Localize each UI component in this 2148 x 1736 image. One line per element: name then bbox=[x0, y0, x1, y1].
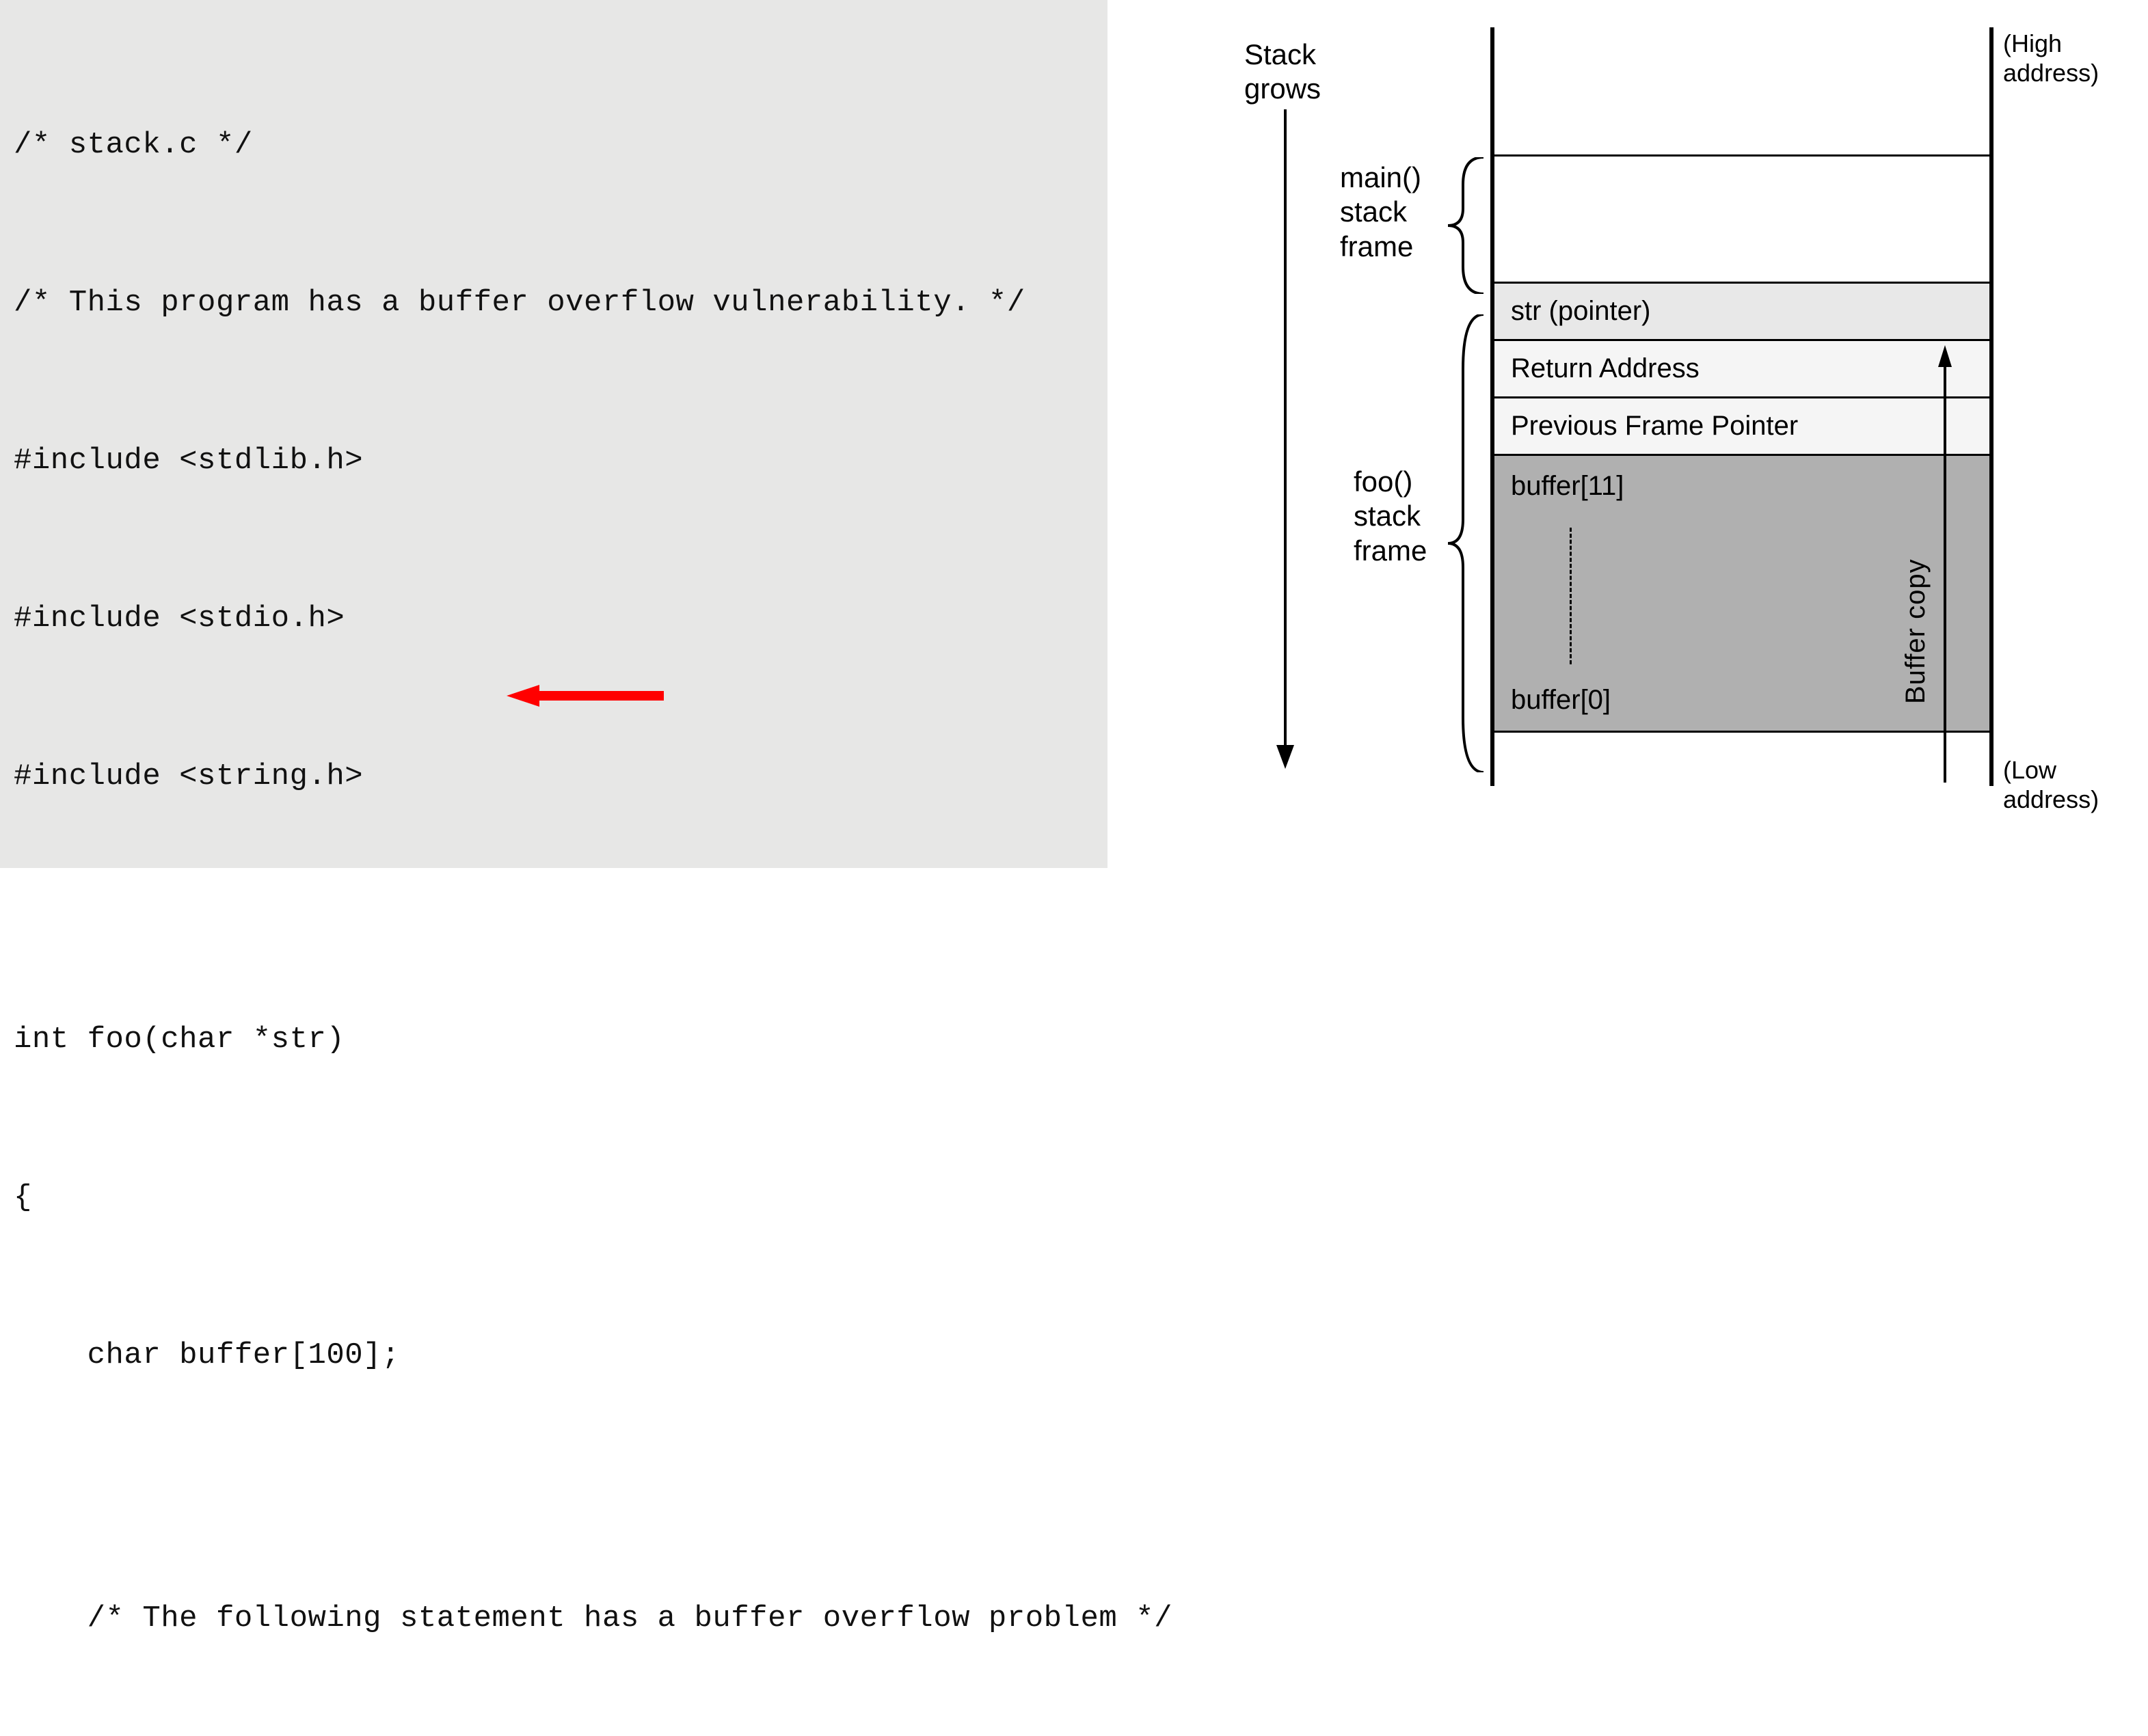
code-line: #include <string.h> bbox=[14, 750, 1101, 803]
code-panel: /* stack.c */ /* This program has a buff… bbox=[0, 0, 1107, 868]
stack-grows-label: Stack grows bbox=[1244, 38, 1321, 107]
buffer-bottom-label: buffer[0] bbox=[1511, 685, 1611, 716]
code-line: #include <stdlib.h> bbox=[14, 435, 1101, 487]
row-label: str (pointer) bbox=[1511, 296, 1651, 327]
code-line: /* The following statement has a buffer … bbox=[14, 1592, 1101, 1645]
label-text: main() bbox=[1340, 161, 1421, 195]
label-text: frame bbox=[1340, 230, 1421, 264]
row-label: Return Address bbox=[1511, 353, 1700, 384]
buffer-copy-arrow-icon bbox=[1938, 345, 1952, 783]
stack-row-pfp: Previous Frame Pointer bbox=[1494, 396, 1989, 454]
buffer-top-label: buffer[11] bbox=[1511, 471, 1624, 502]
label-text: frame bbox=[1354, 534, 1427, 568]
curly-bracket-icon bbox=[1442, 157, 1497, 294]
highlight-arrow-icon bbox=[397, 623, 554, 651]
low-address-label: (Low address) bbox=[2003, 755, 2148, 814]
high-address-label: (High address) bbox=[2003, 29, 2148, 87]
code-line: /* stack.c */ bbox=[14, 119, 1101, 172]
buffer-copy-label: Buffer copy bbox=[1901, 558, 1931, 704]
code-line: { bbox=[14, 1171, 1101, 1224]
code-line: int foo(char *str) bbox=[14, 1014, 1101, 1066]
ellipsis-icon bbox=[1570, 528, 1572, 664]
main-frame-label: main() stack frame bbox=[1340, 161, 1421, 264]
label-text: stack bbox=[1340, 195, 1421, 229]
row-label: Previous Frame Pointer bbox=[1511, 411, 1798, 442]
curly-bracket-icon bbox=[1442, 314, 1497, 772]
label-text: grows bbox=[1244, 72, 1321, 106]
stack-row-str: str (pointer) bbox=[1494, 282, 1989, 339]
stack-border-right bbox=[1989, 27, 1993, 786]
main-frame-area bbox=[1494, 154, 1989, 282]
stack-diagram: Stack grows (High address) (Low address)… bbox=[1107, 0, 2148, 868]
code-line: #include <stdio.h> bbox=[14, 593, 1101, 645]
foo-frame-label: foo() stack frame bbox=[1354, 465, 1427, 568]
code-line: char buffer[100]; bbox=[14, 1329, 1101, 1382]
label-text: stack bbox=[1354, 499, 1427, 533]
label-text: Stack bbox=[1244, 38, 1321, 72]
stack-grows-arrow-icon bbox=[1275, 109, 1295, 769]
label-text: foo() bbox=[1354, 465, 1427, 499]
stack-row-return: Return Address bbox=[1494, 339, 1989, 396]
code-line: /* This program has a buffer overflow vu… bbox=[14, 277, 1101, 329]
